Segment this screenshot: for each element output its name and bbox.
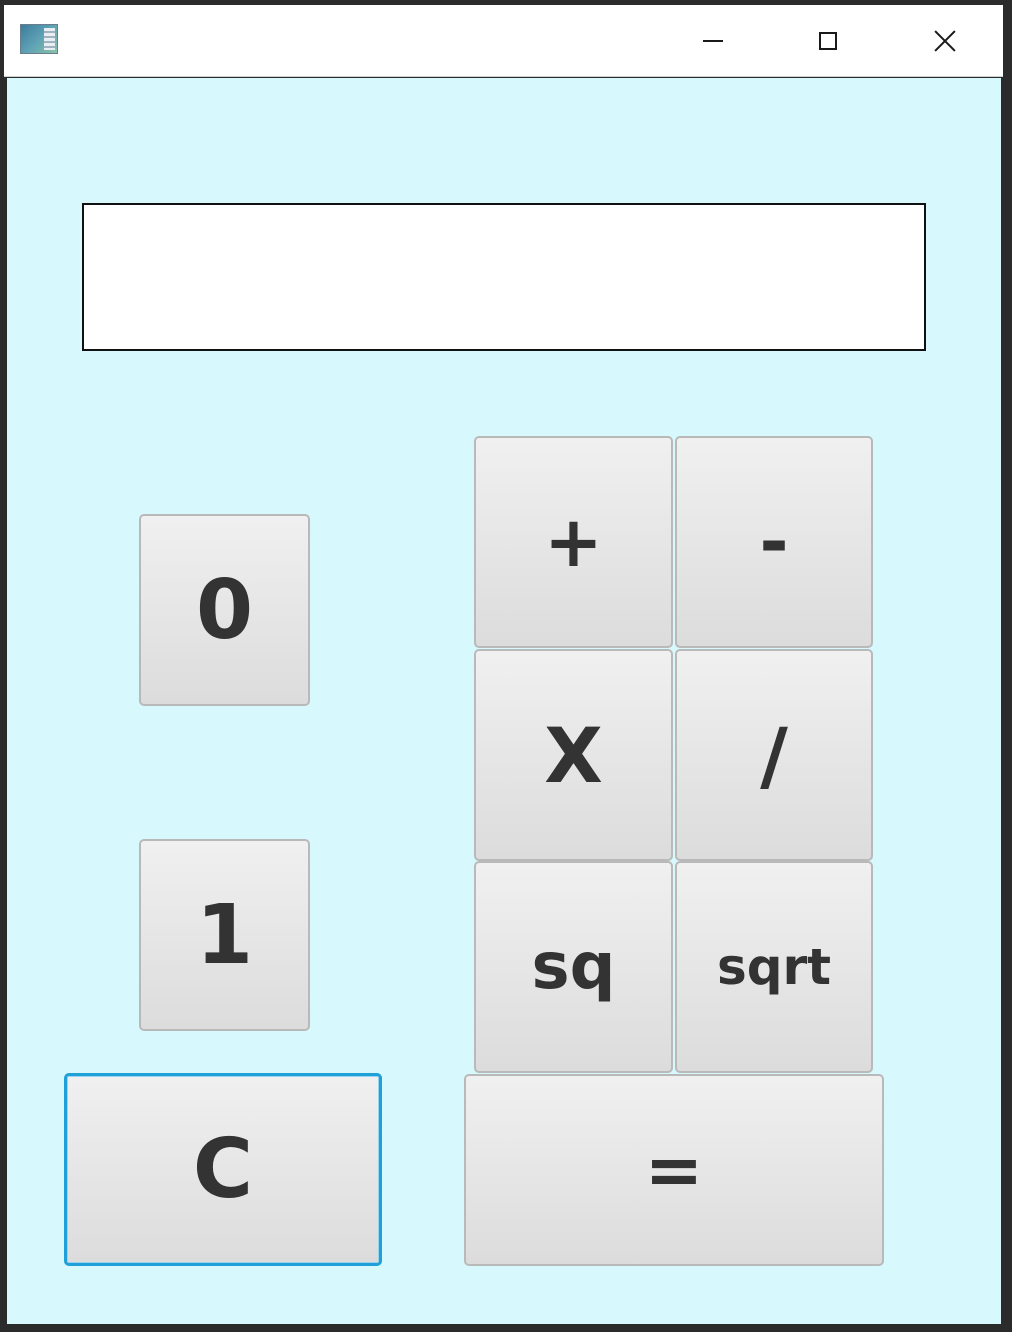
minus-button[interactable]: - — [675, 436, 873, 648]
square-button[interactable]: sq — [474, 861, 673, 1073]
multiply-button[interactable]: X — [474, 649, 673, 861]
equals-button[interactable]: = — [464, 1074, 884, 1266]
title-bar[interactable] — [4, 5, 1003, 77]
calculator-panel: 0 1 C + - X / sq sqrt = — [7, 78, 1001, 1324]
sqrt-button[interactable]: sqrt — [675, 861, 873, 1073]
maximize-button[interactable] — [770, 5, 886, 76]
digit-0-button[interactable]: 0 — [139, 514, 310, 706]
clear-button[interactable]: C — [64, 1073, 382, 1266]
app-icon — [20, 24, 58, 54]
calculator-window: 0 1 C + - X / sq sqrt = — [0, 0, 1012, 1332]
divide-button[interactable]: / — [675, 649, 873, 861]
close-button[interactable] — [887, 5, 1003, 76]
display-field[interactable] — [82, 203, 926, 351]
maximize-icon — [819, 31, 837, 50]
minimize-icon — [703, 39, 723, 42]
minimize-button[interactable] — [655, 5, 771, 76]
plus-button[interactable]: + — [474, 436, 673, 648]
close-icon — [933, 29, 957, 53]
digit-1-button[interactable]: 1 — [139, 839, 310, 1031]
